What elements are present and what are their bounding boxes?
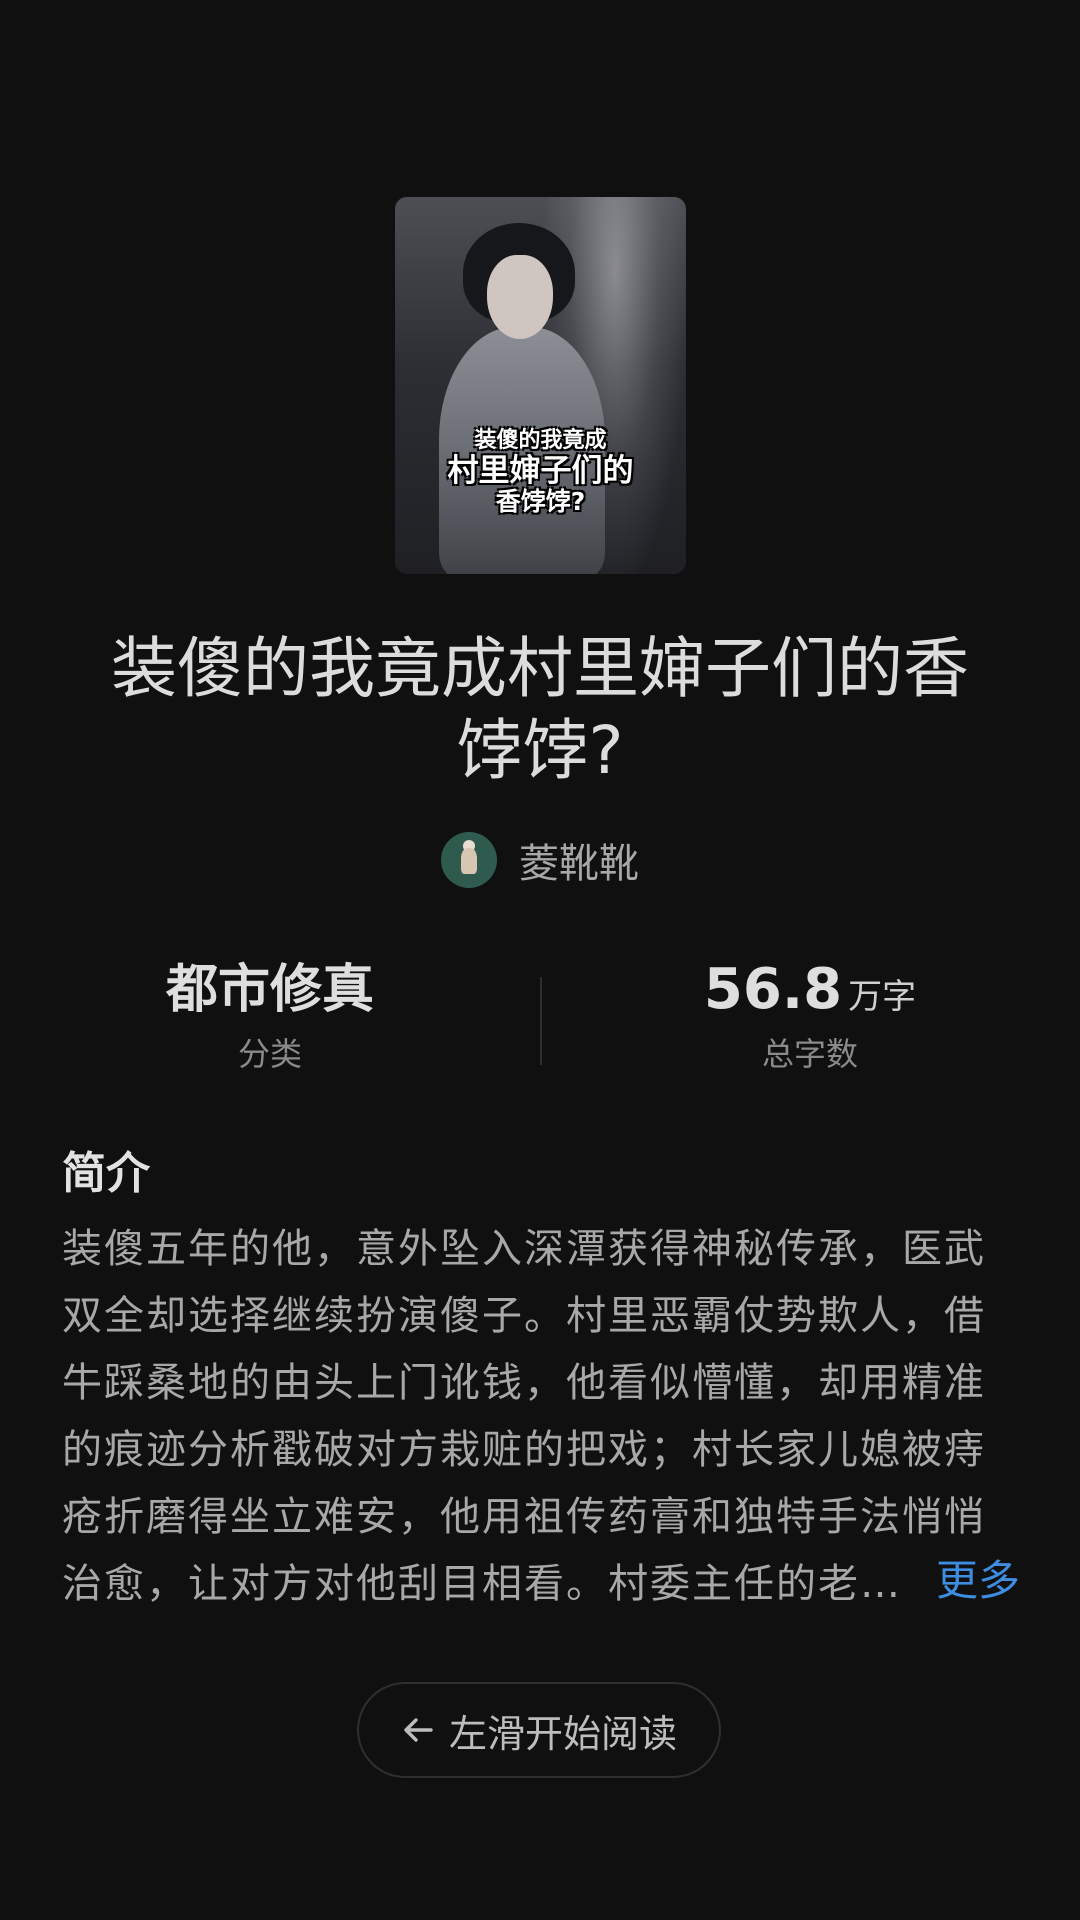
book-stats: 都市修真 分类 56.8 万字 总字数	[0, 955, 1080, 1085]
stat-category[interactable]: 都市修真 分类	[0, 955, 540, 1075]
arrow-left-icon	[404, 1718, 433, 1742]
avatar-figure-body	[461, 848, 477, 874]
cover-title-line1: 装傻的我竟成	[474, 428, 607, 453]
stat-word-count: 56.8 万字 总字数	[540, 955, 1080, 1075]
word-count-label: 总字数	[761, 1035, 858, 1073]
category-label: 分类	[237, 1035, 302, 1073]
intro-body[interactable]: 装傻五年的他，意外坠入深潭获得神秘传承，医武双全却选择继续扮演傻子。村里恶霸仗势…	[62, 1216, 1020, 1618]
book-title: 装傻的我竟成村里婶子们的香饽饽?	[111, 630, 969, 789]
cover-title-text: 装傻的我竟成 村里婶子们的 香饽饽?	[395, 428, 686, 517]
intro-text: 装傻五年的他，意外坠入深潭获得神秘传承，医武双全却选择继续扮演傻子。村里恶霸仗势…	[62, 1226, 986, 1607]
author-row[interactable]: 菱靴靴	[0, 832, 1080, 888]
intro-heading: 简介	[62, 1148, 150, 1199]
more-button[interactable]: 更多	[905, 1553, 1020, 1609]
book-detail-page: 装傻的我竟成 村里婶子们的 香饽饽? 装傻的我竟成村里婶子们的香饽饽? 菱靴靴 …	[0, 0, 1080, 1920]
cover-figure-face	[487, 255, 553, 339]
word-count-value: 56.8	[703, 957, 843, 1022]
category-value: 都市修真	[165, 960, 374, 1020]
word-count-unit: 万字	[848, 977, 917, 1017]
book-cover[interactable]: 装傻的我竟成 村里婶子们的 香饽饽?	[395, 197, 686, 574]
author-name: 菱靴靴	[519, 841, 639, 887]
start-reading-label: 左滑开始阅读	[448, 1711, 677, 1756]
author-avatar	[441, 832, 497, 888]
cover-title-line2: 村里婶子们的	[447, 452, 634, 489]
start-reading-button[interactable]: 左滑开始阅读	[357, 1682, 721, 1778]
cover-title-line3: 香饽饽?	[495, 487, 586, 517]
word-count-row: 56.8 万字	[540, 955, 1080, 1025]
